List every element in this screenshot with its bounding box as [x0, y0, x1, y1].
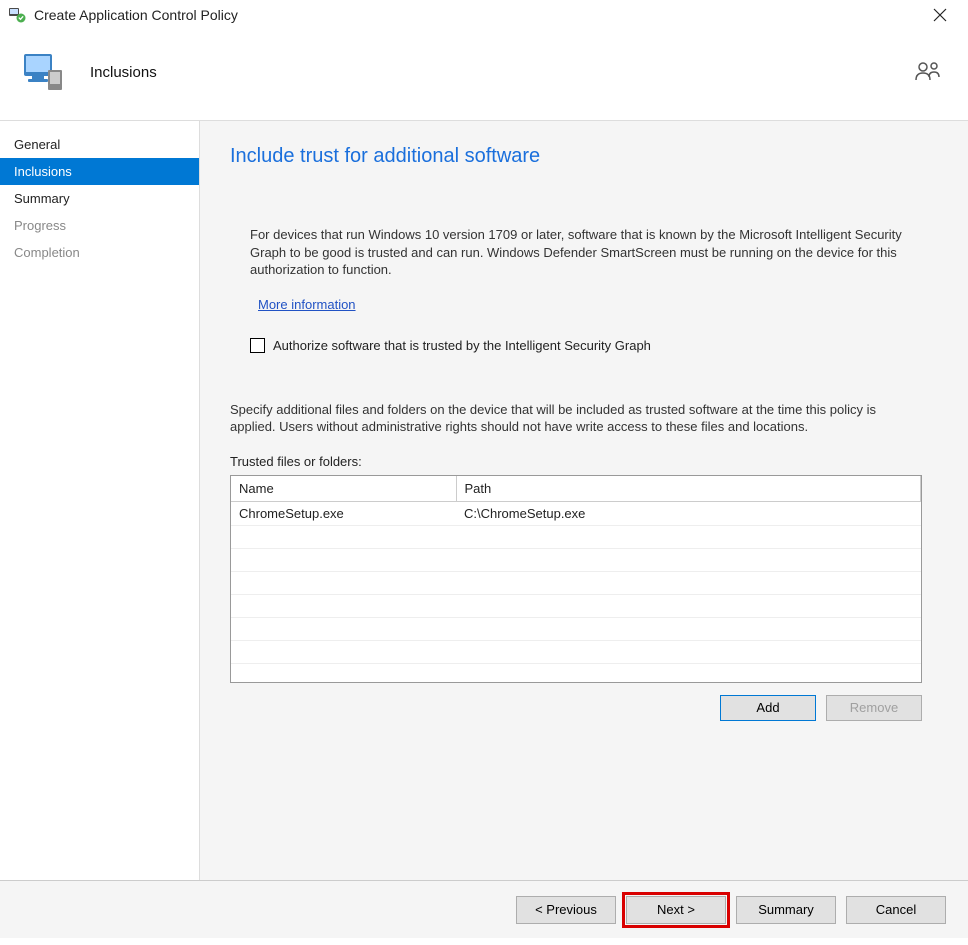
table-row [231, 617, 921, 640]
sidebar-item-inclusions[interactable]: Inclusions [0, 158, 199, 185]
content-area: GeneralInclusionsSummaryProgressCompleti… [0, 120, 968, 880]
trusted-files-label: Trusted files or folders: [230, 454, 938, 469]
description-files: Specify additional files and folders on … [230, 401, 920, 436]
authorize-isg-option[interactable]: Authorize software that is trusted by th… [250, 338, 938, 353]
close-button[interactable] [920, 0, 960, 30]
table-row[interactable]: ChromeSetup.exeC:\ChromeSetup.exe [231, 501, 921, 525]
authorize-isg-checkbox[interactable] [250, 338, 265, 353]
remove-button: Remove [826, 695, 922, 721]
table-row [231, 640, 921, 663]
previous-button[interactable]: < Previous [516, 896, 616, 924]
col-header-name[interactable]: Name [231, 476, 456, 502]
header-bar: Inclusions [0, 30, 968, 120]
table-row [231, 525, 921, 548]
sidebar-item-summary[interactable]: Summary [0, 185, 199, 212]
table-row [231, 594, 921, 617]
add-button[interactable]: Add [720, 695, 816, 721]
cancel-button[interactable]: Cancel [846, 896, 946, 924]
computer-icon [18, 48, 66, 96]
summary-button[interactable]: Summary [736, 896, 836, 924]
more-information-link[interactable]: More information [258, 297, 356, 312]
app-icon [8, 6, 26, 24]
next-button[interactable]: Next > [626, 896, 726, 924]
titlebar: Create Application Control Policy [0, 0, 968, 30]
wizard-footer: < Previous Next > Summary Cancel [0, 880, 968, 938]
table-row [231, 548, 921, 571]
table-row [231, 571, 921, 594]
page-title: Inclusions [90, 64, 157, 81]
window-title: Create Application Control Policy [34, 7, 920, 23]
authorize-isg-label: Authorize software that is trusted by th… [273, 338, 651, 353]
trusted-files-table[interactable]: Name Path ChromeSetup.exeC:\ChromeSetup.… [230, 475, 922, 683]
wizard-sidebar: GeneralInclusionsSummaryProgressCompleti… [0, 121, 200, 880]
sidebar-item-general[interactable]: General [0, 131, 199, 158]
people-icon[interactable] [914, 60, 942, 84]
col-header-path[interactable]: Path [456, 476, 921, 502]
panel-heading: Include trust for additional software [230, 145, 938, 168]
sidebar-item-progress[interactable]: Progress [0, 212, 199, 239]
description-isg: For devices that run Windows 10 version … [250, 226, 938, 279]
sidebar-item-completion[interactable]: Completion [0, 239, 199, 266]
main-panel: Include trust for additional software Fo… [200, 121, 968, 880]
